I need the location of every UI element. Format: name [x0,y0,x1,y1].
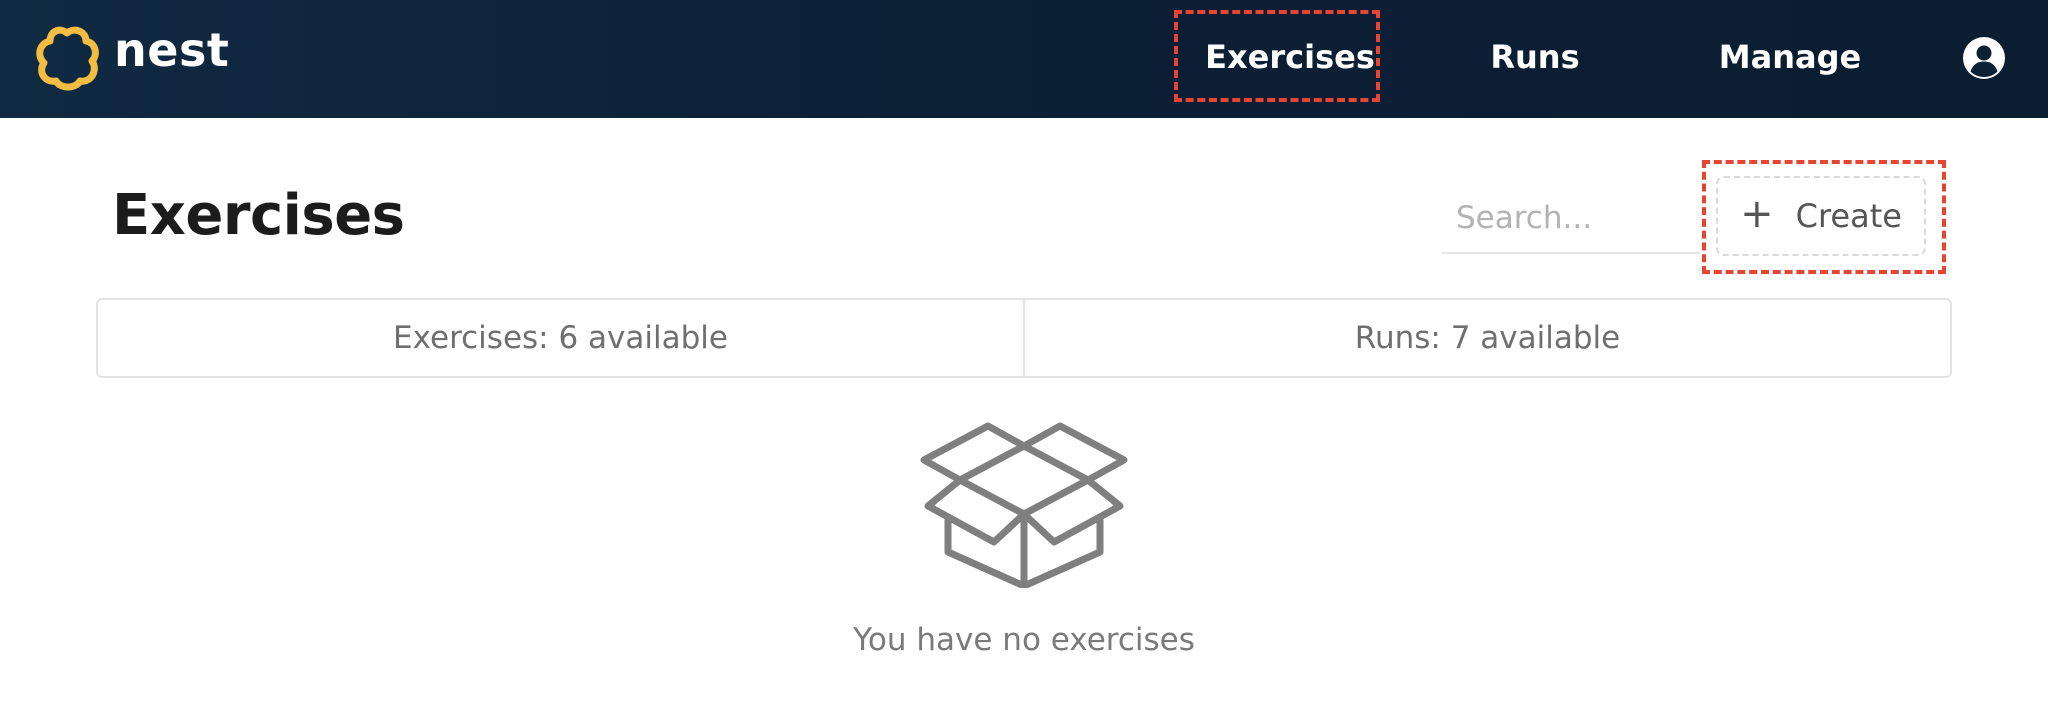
search-input[interactable] [1442,184,1700,252]
user-circle-icon[interactable] [1962,36,2006,80]
nest-logo-icon [36,26,99,91]
exercises-count: Exercises: 6 available [393,320,728,356]
runs-count: Runs: 7 available [1023,300,1950,376]
create-button-label: Create [1795,197,1902,235]
page-title: Exercises [112,183,405,248]
top-navbar: nest Exercises Runs Manage [0,0,2048,118]
empty-state-message: You have no exercises [853,622,1195,658]
stats-bar: Exercises: 6 available Runs: 7 available [96,298,1952,378]
plus-icon: + [1740,191,1774,237]
nav-link-manage[interactable]: Manage [1690,36,1890,78]
nav-link-exercises[interactable]: Exercises [1180,36,1400,78]
open-box-icon [920,422,1128,588]
search-field[interactable] [1442,184,1700,254]
nav-link-runs[interactable]: Runs [1440,36,1630,78]
create-button[interactable]: + Create [1716,176,1926,256]
brand[interactable]: nest [34,23,230,91]
brand-name: nest [114,23,230,77]
